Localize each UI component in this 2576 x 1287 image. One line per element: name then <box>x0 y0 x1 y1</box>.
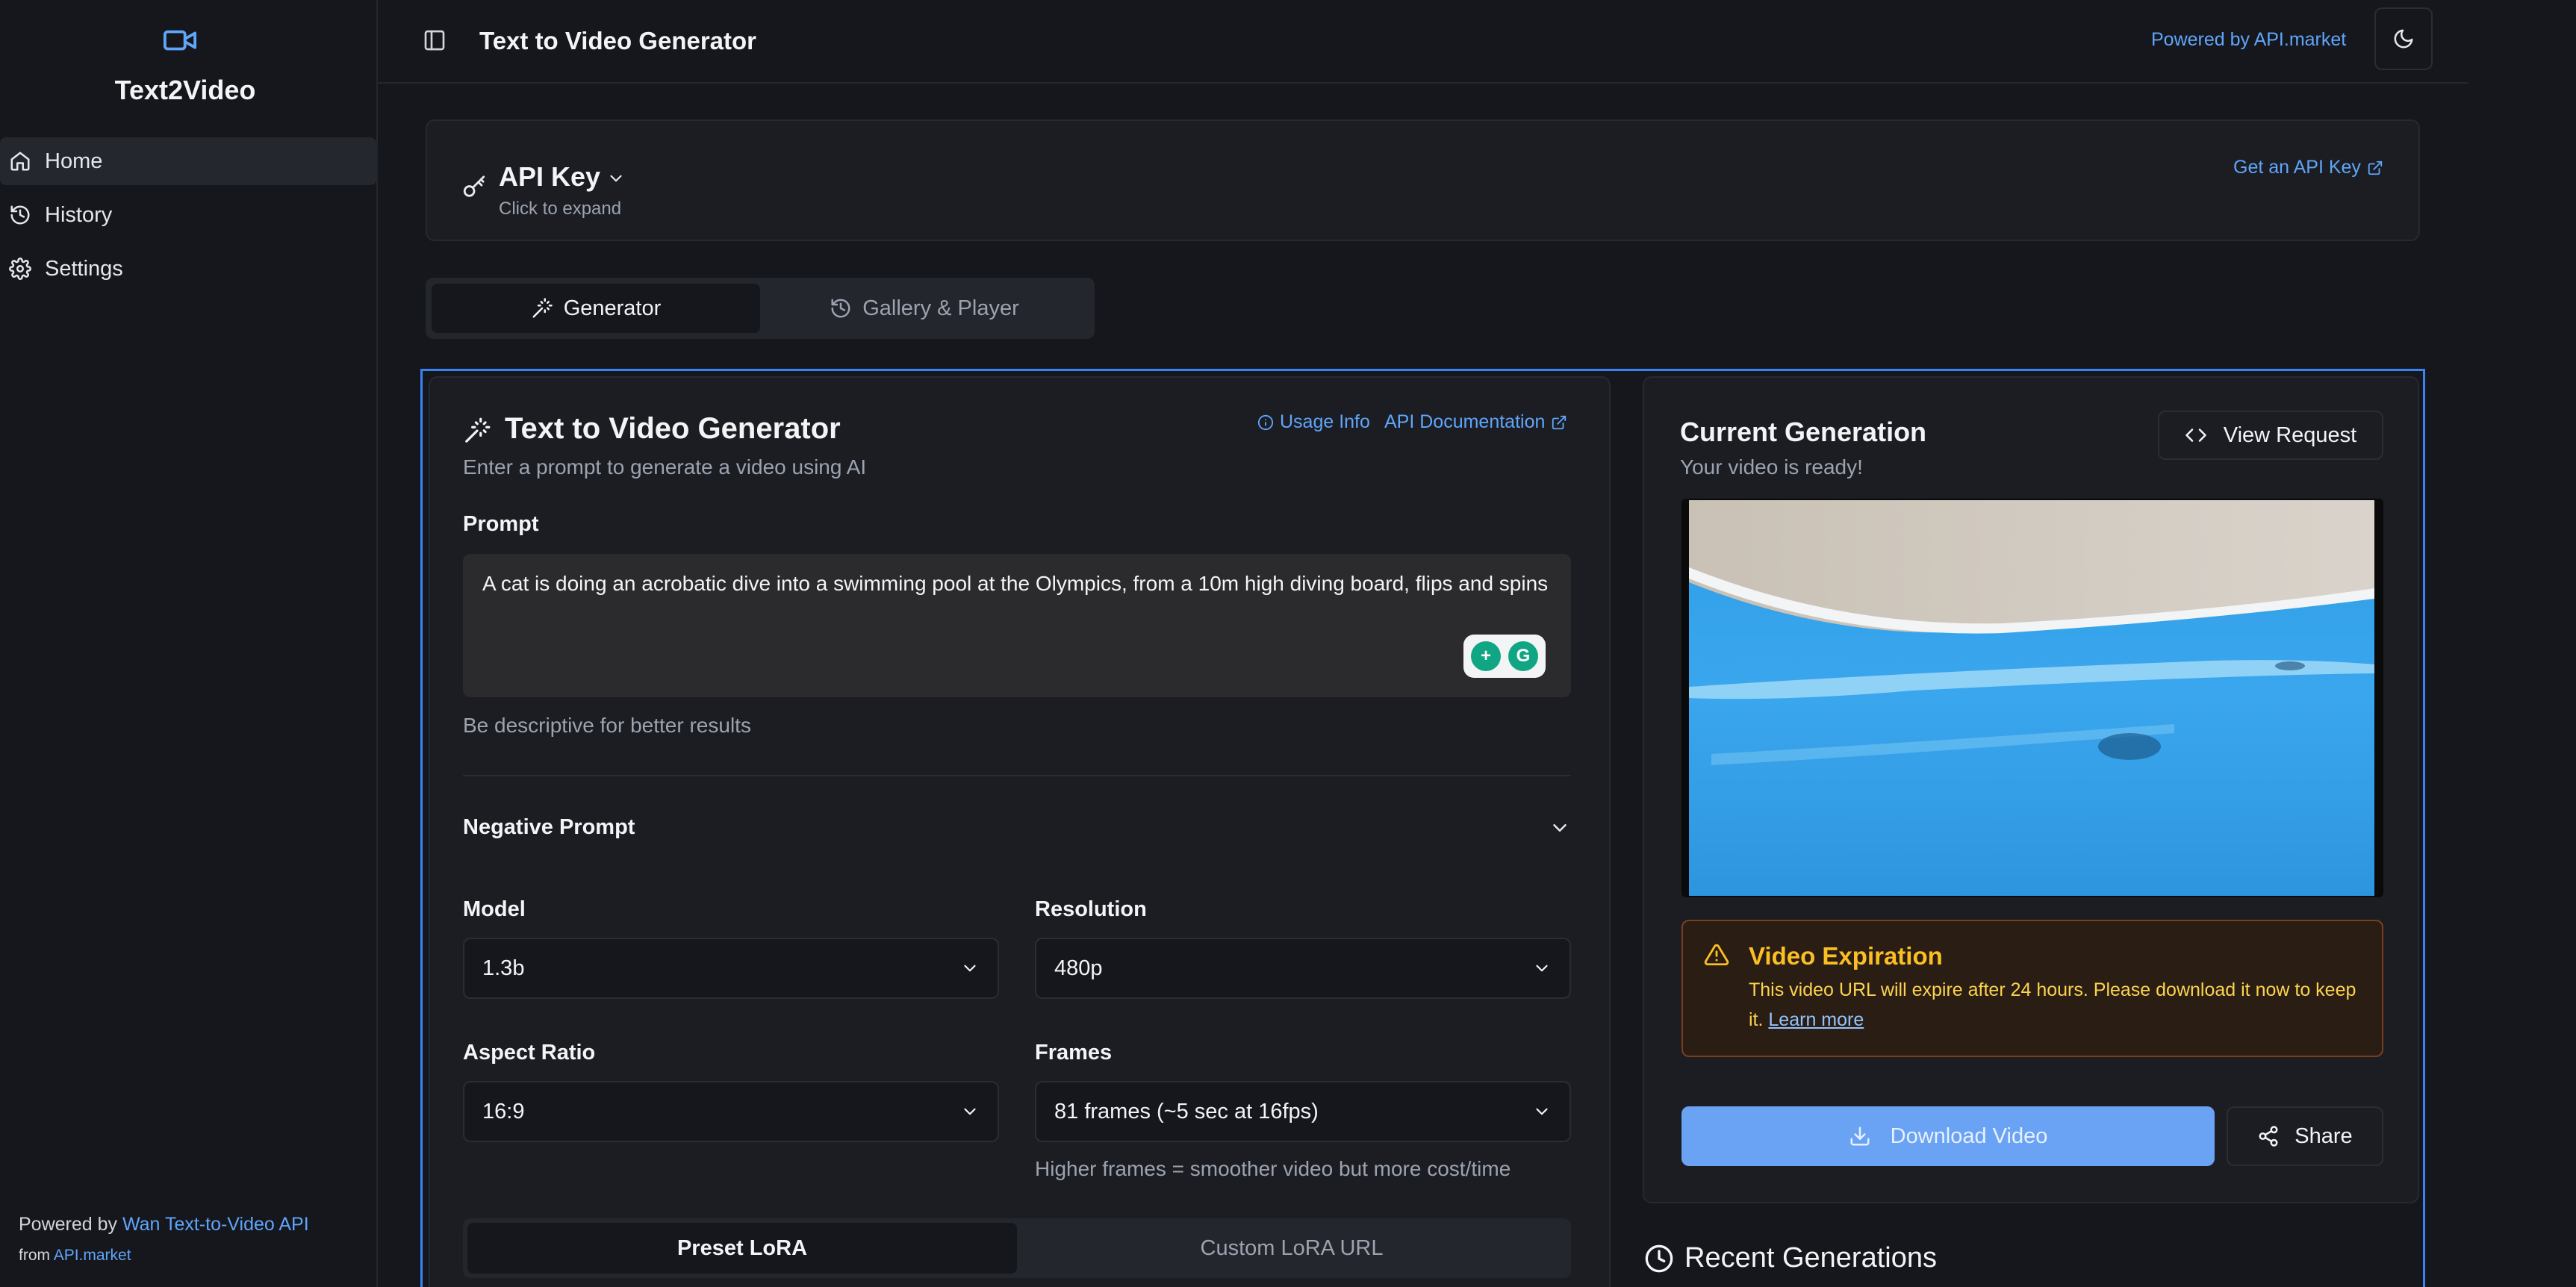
learn-more-link[interactable]: Learn more <box>1768 1009 1864 1030</box>
model-select[interactable]: 1.3b <box>463 938 999 999</box>
powered-prefix: Powered by <box>19 1214 118 1235</box>
api-key-subtitle: Click to expand <box>499 199 622 219</box>
sidebar-item-settings[interactable]: Settings <box>0 245 376 293</box>
sidebar-toggle-icon[interactable] <box>423 28 447 52</box>
brand-name: Text2Video <box>114 75 256 105</box>
prompt-textarea[interactable]: A cat is doing an acrobatic dive into a … <box>463 554 1571 697</box>
sidebar-item-history[interactable]: History <box>0 191 376 239</box>
generator-title: Text to Video Generator <box>505 412 841 445</box>
right-gutter <box>2468 0 2576 1287</box>
warning-icon <box>1704 942 1729 967</box>
api-key-title[interactable]: API Key <box>499 161 600 193</box>
tab-preset-lora[interactable]: Preset LoRA <box>467 1223 1017 1274</box>
view-request-button[interactable]: View Request <box>2158 411 2383 460</box>
recent-generations-title: Recent Generations <box>1684 1242 1937 1274</box>
frames-value: 81 frames (~5 sec at 16fps) <box>1054 1099 1319 1124</box>
aspect-ratio-value: 16:9 <box>482 1099 525 1124</box>
magic-wand-icon <box>463 417 491 445</box>
sidebar-item-home[interactable]: Home <box>0 137 376 185</box>
negative-prompt-toggle[interactable]: Negative Prompt <box>463 815 635 840</box>
current-generation-title: Current Generation <box>1680 417 1927 447</box>
grammarly-g-icon: G <box>1508 641 1538 671</box>
key-icon <box>461 175 487 200</box>
tab-generator[interactable]: Generator <box>432 284 760 333</box>
clock-icon <box>1644 1244 1674 1274</box>
code-icon <box>2185 424 2207 446</box>
resolution-label: Resolution <box>1035 897 1147 921</box>
grammarly-widget[interactable]: + G <box>1463 635 1546 678</box>
sidebar-footer-powered: Powered by Wan Text-to-Video API <box>19 1214 309 1235</box>
video-camera-icon <box>163 25 197 55</box>
external-link-icon <box>1551 414 1567 431</box>
usage-info-label: Usage Info <box>1280 411 1370 432</box>
home-icon <box>9 150 31 172</box>
usage-info-link[interactable]: Usage Info <box>1257 411 1370 433</box>
info-icon <box>1257 414 1274 431</box>
sidebar-item-label: History <box>45 202 113 227</box>
tab-custom-lora-url[interactable]: Custom LoRA URL <box>1017 1223 1567 1274</box>
prompt-hint: Be descriptive for better results <box>463 714 751 737</box>
magic-wand-icon <box>531 297 553 320</box>
download-icon <box>1849 1125 1871 1147</box>
video-expiration-text: This video URL will expire after 24 hour… <box>1749 975 2361 1035</box>
share-icon <box>2257 1125 2280 1147</box>
share-label: Share <box>2295 1124 2353 1148</box>
chevron-down-icon[interactable] <box>606 169 626 188</box>
model-value: 1.3b <box>482 956 525 980</box>
resolution-value: 480p <box>1054 956 1103 980</box>
history-icon <box>9 204 31 226</box>
generator-subtitle: Enter a prompt to generate a video using… <box>463 455 867 479</box>
sidebar-item-label: Settings <box>45 256 123 281</box>
current-generation-subtitle: Your video is ready! <box>1680 455 1863 479</box>
divider <box>463 775 1571 776</box>
api-key-card[interactable] <box>426 119 2420 241</box>
sidebar-footer-from: from API.market <box>19 1247 131 1265</box>
history-icon <box>830 297 852 320</box>
tab-gallery-label: Gallery & Player <box>862 296 1019 320</box>
tab-gallery[interactable]: Gallery & Player <box>760 284 1089 333</box>
powered-by-link[interactable]: Powered by API.market <box>2151 29 2346 51</box>
resolution-select[interactable]: 480p <box>1035 938 1571 999</box>
video-expiration-title: Video Expiration <box>1749 942 1943 970</box>
chevron-down-icon <box>960 1102 980 1121</box>
tab-generator-label: Generator <box>563 296 662 320</box>
moon-icon <box>2392 28 2415 50</box>
video-frame[interactable] <box>1689 500 2374 896</box>
chevron-down-icon <box>960 959 980 978</box>
grammarly-suggest-icon: + <box>1471 641 1501 671</box>
get-api-key-link[interactable]: Get an API Key <box>2233 157 2383 178</box>
wan-api-link[interactable]: Wan Text-to-Video API <box>122 1214 309 1235</box>
api-documentation-link[interactable]: API Documentation <box>1384 411 1567 433</box>
chevron-down-icon[interactable] <box>1549 817 1571 839</box>
external-link-icon <box>2367 160 2383 176</box>
theme-toggle-button[interactable] <box>2374 7 2433 70</box>
chevron-down-icon <box>1532 959 1552 978</box>
frames-select[interactable]: 81 frames (~5 sec at 16fps) <box>1035 1081 1571 1142</box>
chevron-down-icon <box>1532 1102 1552 1121</box>
download-video-button[interactable]: Download Video <box>1681 1106 2215 1166</box>
share-button[interactable]: Share <box>2227 1106 2383 1166</box>
prompt-label: Prompt <box>463 512 539 536</box>
aspect-ratio-label: Aspect Ratio <box>463 1041 596 1065</box>
api-docs-label: API Documentation <box>1384 411 1546 432</box>
get-api-key-label: Get an API Key <box>2233 157 2361 178</box>
page-title: Text to Video Generator <box>479 27 757 54</box>
from-prefix: from <box>19 1247 50 1264</box>
frames-label: Frames <box>1035 1041 1113 1065</box>
aspect-ratio-select[interactable]: 16:9 <box>463 1081 999 1142</box>
model-label: Model <box>463 897 526 921</box>
sidebar-item-label: Home <box>45 149 103 173</box>
view-request-label: View Request <box>2223 423 2357 447</box>
download-video-label: Download Video <box>1890 1124 2048 1148</box>
frames-hint: Higher frames = smoother video but more … <box>1035 1157 1511 1180</box>
api-market-link[interactable]: API.market <box>54 1247 131 1264</box>
gear-icon <box>9 258 31 280</box>
